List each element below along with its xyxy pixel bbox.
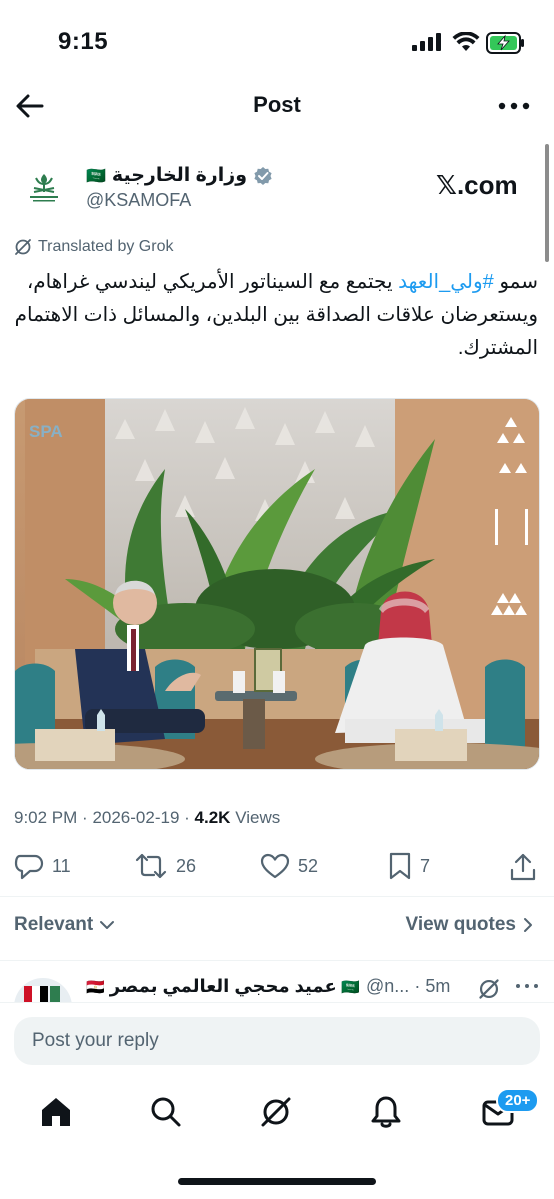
repost-button[interactable]: 26 [134,852,196,880]
post-date: 2026-02-19 [92,808,180,827]
reply-avatar[interactable] [14,978,72,1002]
bookmark-icon [389,852,411,880]
messages-badge: 20+ [496,1088,540,1113]
share-button[interactable] [508,852,538,882]
repost-icon [135,853,167,879]
repost-count: 26 [176,855,197,876]
replies-sort-row: Relevant View quotes [0,908,554,944]
views-label: Views [235,808,281,827]
like-count: 52 [298,855,319,876]
verified-badge-icon [254,166,272,185]
divider [0,896,554,897]
reply-icon [14,854,44,880]
translation-label: Translated by Grok [38,238,174,255]
reply-handle: @n... [366,976,410,996]
heart-icon [260,853,290,879]
post-text: سمو #ولي_العهد يجتمع مع السيناتور الأمري… [14,266,538,365]
grok-icon[interactable] [478,978,500,1000]
grok-icon [15,239,31,255]
cellular-signal-icon [412,33,441,51]
notifications-bell-icon[interactable] [368,1094,404,1130]
post-author: 🇸🇦 وزارة الخارجية @KSAMOFA 𝕏.com [0,150,554,230]
status-time: 9:15 [58,28,109,55]
author-name-row[interactable]: 🇸🇦 وزارة الخارجية [86,164,273,187]
ministry-emblem-icon [30,174,58,202]
tab-bar [0,1090,554,1140]
spa-watermark: SPA [29,422,63,441]
page-title: Post [253,92,301,117]
translation-note[interactable]: Translated by Grok [14,238,173,256]
flag-icon: 🇸🇦 [336,979,360,996]
chevron-right-icon [524,918,532,932]
share-icon [510,853,536,881]
view-quotes-link[interactable]: View quotes [405,914,534,936]
post-time: 9:02 PM [14,808,78,827]
reply-composer[interactable]: Post your reply [14,1017,540,1065]
author-name[interactable]: وزارة الخارجية [112,164,247,187]
post-text-prefix: سمو [493,271,538,293]
post-actions: 11 26 52 7 [0,848,554,888]
author-handle[interactable]: @KSAMOFA [86,190,191,211]
meeting-photo: SPA [15,399,539,769]
bookmark-count: 7 [420,855,431,876]
reply-author-name[interactable]: 🇸🇦 عميد محجي العالمي بمصر 🇪🇬 [86,976,360,997]
post-image[interactable]: SPA [14,398,540,770]
reply-author-name-text: عميد محجي العالمي بمصر [109,976,337,996]
reply-time: 5m [425,976,451,996]
grok-tab-icon[interactable] [258,1094,294,1130]
reply-placeholder: Post your reply [32,1030,159,1051]
divider [0,960,554,961]
bookmark-button[interactable]: 7 [388,852,430,880]
svg-text:SPA: SPA [29,422,63,441]
x-com-logo[interactable]: 𝕏.com [436,170,518,201]
status-bar: 9:15 [0,0,554,70]
reply-item[interactable]: 🇸🇦 عميد محجي العالمي بمصر 🇪🇬 @n... · 5m [0,966,554,1002]
author-avatar[interactable] [16,162,72,218]
sort-relevant-label: Relevant [14,914,94,935]
flag-icon: 🇪🇬 [86,979,105,996]
like-button[interactable]: 52 [260,852,318,880]
reply-avatar-flag-icon [24,986,60,1002]
chevron-down-icon [100,921,115,929]
reply-button[interactable]: 11 [14,852,71,880]
more-options-icon[interactable] [494,92,534,120]
views-count[interactable]: 4.2K [195,808,231,827]
home-indicator [178,1178,376,1185]
reply-more-icon[interactable] [514,976,540,996]
search-icon[interactable] [148,1094,184,1130]
post-meta: 9:02 PM · 2026-02-19 · 4.2K Views [14,808,281,827]
top-bar: Post [0,78,554,134]
sort-relevant-dropdown[interactable]: Relevant [14,914,115,936]
flag-icon: 🇸🇦 [86,167,106,185]
hashtag-link[interactable]: #ولي_العهد [398,271,494,293]
reply-count: 11 [52,855,71,876]
reply-meta: @n... · 5m [366,976,451,996]
view-quotes-label: View quotes [405,914,516,935]
wifi-icon [452,32,480,51]
battery-charging-icon [486,32,524,54]
home-icon[interactable] [38,1094,74,1130]
